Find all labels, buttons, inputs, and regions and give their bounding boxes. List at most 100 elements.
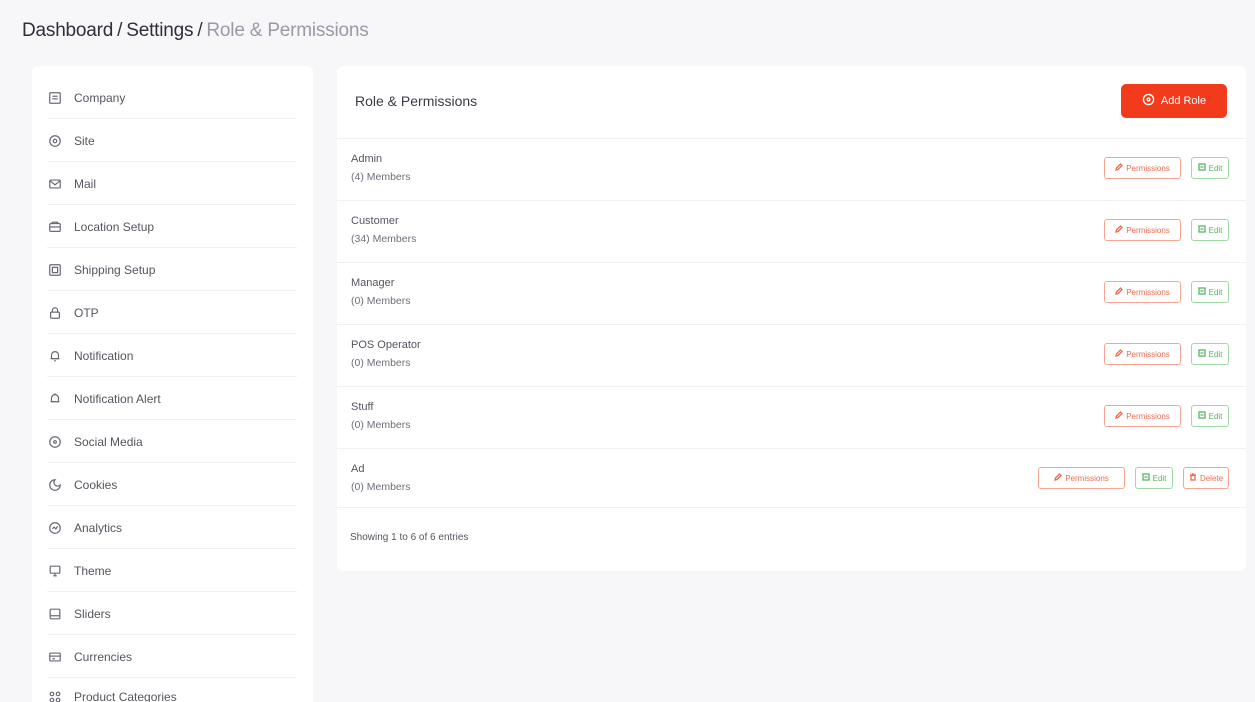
sidebar-item-label: Notification Alert (74, 392, 161, 406)
edit-icon (1197, 163, 1206, 173)
panel-title: Role & Permissions (355, 93, 478, 109)
sidebar-item-label: Mail (74, 177, 97, 191)
permissions-label: Permissions (1065, 473, 1109, 483)
sidebar-item-location-setup[interactable]: Location Setup (47, 219, 297, 235)
breadcrumb-settings[interactable]: Settings (126, 20, 193, 41)
sidebar-item-label: Company (74, 91, 126, 105)
cookie-icon (47, 477, 63, 493)
edit-label: Edit (1208, 287, 1223, 297)
slider-icon (47, 606, 63, 622)
pencil-icon (1054, 473, 1063, 483)
plus-circle-icon (1142, 93, 1155, 109)
edit-button[interactable]: Edit (1191, 157, 1229, 179)
edit-button[interactable]: Edit (1135, 467, 1173, 489)
sidebar-item-label: Sliders (74, 607, 111, 621)
theme-icon (47, 563, 63, 579)
company-icon (47, 90, 63, 106)
sidebar-item-label: Currencies (74, 650, 133, 664)
permissions-label: Permissions (1126, 163, 1170, 173)
sidebar-item-shipping-setup[interactable]: Shipping Setup (47, 262, 297, 278)
site-icon (47, 133, 63, 149)
location-icon (47, 219, 63, 235)
mail-icon (47, 176, 63, 192)
table-row: Admin (4) Members Permissions Edit (337, 138, 1246, 200)
divider (47, 204, 297, 205)
edit-icon (1197, 287, 1206, 297)
sidebar-item-label: Location Setup (74, 220, 155, 234)
edit-button[interactable]: Edit (1191, 343, 1229, 365)
role-members: (0) Members (351, 357, 411, 369)
divider (337, 507, 1246, 508)
sidebar-item-mail[interactable]: Mail (47, 176, 297, 192)
trash-icon (1189, 473, 1197, 483)
currency-icon (47, 649, 63, 665)
sidebar-item-company[interactable]: Company (47, 90, 297, 106)
role-members: (0) Members (351, 295, 411, 307)
sidebar-item-product-categories[interactable]: Product Categories (47, 689, 297, 702)
permissions-button[interactable]: Permissions (1104, 405, 1181, 427)
grid-icon (47, 689, 63, 702)
permissions-button[interactable]: Permissions (1104, 157, 1181, 179)
add-role-label: Add Role (1160, 95, 1207, 107)
permissions-button[interactable]: Permissions (1104, 219, 1181, 241)
settings-sidebar: Company Site Mail Location Setup Shippin… (32, 66, 313, 702)
sidebar-item-notification-alert[interactable]: Notification Alert (47, 391, 297, 407)
sidebar-item-theme[interactable]: Theme (47, 563, 297, 579)
edit-icon (1197, 225, 1206, 235)
sidebar-item-label: OTP (74, 306, 99, 320)
edit-button[interactable]: Edit (1191, 281, 1229, 303)
role-members: (0) Members (351, 419, 411, 431)
edit-label: Edit (1208, 163, 1223, 173)
sidebar-item-cookies[interactable]: Cookies (47, 477, 297, 493)
pencil-icon (1115, 225, 1124, 235)
permissions-button[interactable]: Permissions (1104, 281, 1181, 303)
divider (47, 462, 297, 463)
edit-icon (1197, 349, 1206, 359)
delete-button[interactable]: Delete (1183, 467, 1229, 489)
role-name: Stuff (351, 401, 374, 413)
breadcrumb-separator: / (197, 20, 203, 41)
add-role-button[interactable]: Add Role (1121, 84, 1227, 118)
edit-icon (1141, 473, 1150, 483)
row-actions: Permissions Edit (1104, 219, 1229, 241)
sidebar-item-label: Theme (74, 564, 112, 578)
edit-button[interactable]: Edit (1191, 219, 1229, 241)
analytics-icon (47, 520, 63, 536)
social-icon (47, 434, 63, 450)
sidebar-item-label: Notification (74, 349, 134, 363)
sidebar-item-notification[interactable]: Notification (47, 348, 297, 364)
edit-button[interactable]: Edit (1191, 405, 1229, 427)
permissions-label: Permissions (1126, 349, 1170, 359)
breadcrumb: Dashboard / Settings / Role & Permissions (22, 20, 369, 42)
role-name: Manager (351, 277, 395, 289)
sidebar-item-social-media[interactable]: Social Media (47, 434, 297, 450)
divider (47, 505, 297, 506)
divider (47, 290, 297, 291)
divider (47, 376, 297, 377)
sidebar-item-sliders[interactable]: Sliders (47, 606, 297, 622)
edit-label: Edit (1152, 473, 1167, 483)
permissions-label: Permissions (1126, 287, 1170, 297)
sidebar-item-otp[interactable]: OTP (47, 305, 297, 321)
permissions-button[interactable]: Permissions (1038, 467, 1125, 489)
sidebar-item-analytics[interactable]: Analytics (47, 520, 297, 536)
edit-label: Edit (1208, 225, 1223, 235)
divider (47, 118, 297, 119)
table-row: POS Operator (0) Members Permissions Edi… (337, 324, 1246, 386)
divider (47, 591, 297, 592)
sidebar-item-site[interactable]: Site (47, 133, 297, 149)
sidebar-item-label: Shipping Setup (74, 263, 156, 277)
divider (47, 634, 297, 635)
bell-alert-icon (47, 391, 63, 407)
permissions-button[interactable]: Permissions (1104, 343, 1181, 365)
breadcrumb-dashboard[interactable]: Dashboard (22, 20, 113, 41)
divider (47, 677, 297, 678)
permissions-label: Permissions (1126, 411, 1170, 421)
divider (47, 333, 297, 334)
row-actions: Permissions Edit (1104, 405, 1229, 427)
sidebar-item-currencies[interactable]: Currencies (47, 649, 297, 665)
table-row: Stuff (0) Members Permissions Edit (337, 386, 1246, 448)
pencil-icon (1115, 349, 1124, 359)
edit-label: Edit (1208, 349, 1223, 359)
roles-panel: Role & Permissions Add Role Admin (4) Me… (337, 66, 1246, 571)
